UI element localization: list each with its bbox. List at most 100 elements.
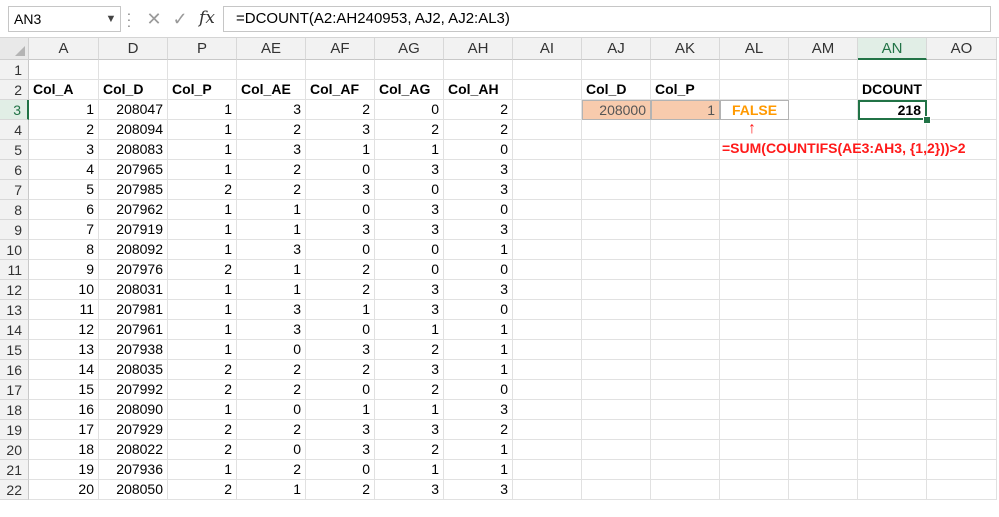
table-cell[interactable]: 13 [29, 340, 99, 360]
table-cell[interactable]: 208050 [99, 480, 168, 500]
table-cell[interactable]: 207929 [99, 420, 168, 440]
cell[interactable] [513, 100, 582, 120]
cell[interactable] [651, 380, 720, 400]
fill-handle[interactable] [923, 116, 931, 124]
table-cell[interactable]: 0 [306, 160, 375, 180]
table-cell[interactable]: 0 [444, 200, 513, 220]
cell[interactable] [927, 420, 997, 440]
table-cell[interactable]: 3 [375, 160, 444, 180]
cell[interactable] [513, 420, 582, 440]
cell[interactable] [651, 200, 720, 220]
criteria-header-col-p[interactable]: Col_P [651, 80, 720, 100]
row-header-15[interactable]: 15 [0, 340, 29, 360]
cell[interactable] [927, 100, 997, 120]
table-cell[interactable]: 207919 [99, 220, 168, 240]
table-cell[interactable]: 3 [444, 400, 513, 420]
table-cell[interactable]: 5 [29, 180, 99, 200]
cell[interactable] [582, 180, 651, 200]
cell[interactable] [651, 220, 720, 240]
cell[interactable] [582, 340, 651, 360]
table-cell[interactable]: 208047 [99, 100, 168, 120]
row-header-12[interactable]: 12 [0, 280, 29, 300]
vertical-dots-icon[interactable]: · · · [126, 6, 132, 32]
cell[interactable] [582, 280, 651, 300]
table-cell[interactable]: 3 [237, 100, 306, 120]
cell[interactable] [927, 200, 997, 220]
cell[interactable] [651, 240, 720, 260]
table-header-cell[interactable]: Col_AE [237, 80, 306, 100]
cell[interactable] [858, 120, 927, 140]
cell[interactable] [858, 280, 927, 300]
cell[interactable] [582, 320, 651, 340]
table-cell[interactable]: 19 [29, 460, 99, 480]
cell[interactable] [789, 180, 858, 200]
table-cell[interactable]: 1 [375, 320, 444, 340]
row-header-20[interactable]: 20 [0, 440, 29, 460]
cell[interactable] [306, 60, 375, 80]
cell[interactable] [789, 60, 858, 80]
table-cell[interactable]: 207936 [99, 460, 168, 480]
criteria-formula-result[interactable]: FALSE [720, 100, 789, 120]
cell[interactable] [513, 220, 582, 240]
row-header-3[interactable]: 3 [0, 100, 29, 120]
table-cell[interactable]: 8 [29, 240, 99, 260]
column-header-p[interactable]: P [168, 38, 237, 60]
cell[interactable] [720, 260, 789, 280]
table-cell[interactable]: 207961 [99, 320, 168, 340]
cell[interactable] [720, 340, 789, 360]
cell[interactable] [582, 260, 651, 280]
row-header-9[interactable]: 9 [0, 220, 29, 240]
cell[interactable] [789, 280, 858, 300]
cell[interactable] [513, 260, 582, 280]
table-cell[interactable]: 207965 [99, 160, 168, 180]
cell[interactable] [513, 460, 582, 480]
table-cell[interactable]: 3 [306, 180, 375, 200]
table-cell[interactable]: 1 [444, 460, 513, 480]
table-cell[interactable]: 2 [375, 340, 444, 360]
cell[interactable] [651, 180, 720, 200]
table-cell[interactable]: 3 [444, 220, 513, 240]
table-cell[interactable]: 1 [306, 300, 375, 320]
row-header-7[interactable]: 7 [0, 180, 29, 200]
row-header-18[interactable]: 18 [0, 400, 29, 420]
cell[interactable] [720, 420, 789, 440]
table-cell[interactable]: 3 [306, 440, 375, 460]
table-cell[interactable]: 2 [306, 260, 375, 280]
cell[interactable] [513, 240, 582, 260]
dcount-result-cell[interactable]: 218 [858, 100, 927, 120]
column-header-al[interactable]: AL [720, 38, 789, 60]
select-all-corner[interactable] [0, 38, 29, 60]
cell[interactable] [444, 60, 513, 80]
cell[interactable] [720, 80, 789, 100]
cell[interactable] [513, 480, 582, 500]
table-cell[interactable]: 1 [168, 160, 237, 180]
cell[interactable] [858, 440, 927, 460]
table-cell[interactable]: 1 [444, 240, 513, 260]
cell[interactable] [720, 200, 789, 220]
cell[interactable] [789, 220, 858, 240]
table-cell[interactable]: 208092 [99, 240, 168, 260]
cell[interactable] [582, 300, 651, 320]
cell[interactable] [168, 60, 237, 80]
row-header-13[interactable]: 13 [0, 300, 29, 320]
table-cell[interactable]: 1 [237, 200, 306, 220]
cell[interactable] [720, 360, 789, 380]
table-cell[interactable]: 3 [444, 160, 513, 180]
table-cell[interactable]: 0 [375, 260, 444, 280]
table-cell[interactable]: 0 [306, 200, 375, 220]
cell[interactable] [927, 240, 997, 260]
row-header-10[interactable]: 10 [0, 240, 29, 260]
column-header-am[interactable]: AM [789, 38, 858, 60]
cell[interactable] [582, 200, 651, 220]
column-header-af[interactable]: AF [306, 38, 375, 60]
table-cell[interactable]: 1 [306, 400, 375, 420]
cell[interactable] [651, 120, 720, 140]
table-cell[interactable]: 2 [375, 440, 444, 460]
table-cell[interactable]: 4 [29, 160, 99, 180]
row-header-5[interactable]: 5 [0, 140, 29, 160]
table-cell[interactable]: 3 [444, 180, 513, 200]
table-cell[interactable]: 208083 [99, 140, 168, 160]
cell[interactable] [858, 180, 927, 200]
table-cell[interactable]: 0 [375, 240, 444, 260]
table-cell[interactable]: 2 [168, 380, 237, 400]
